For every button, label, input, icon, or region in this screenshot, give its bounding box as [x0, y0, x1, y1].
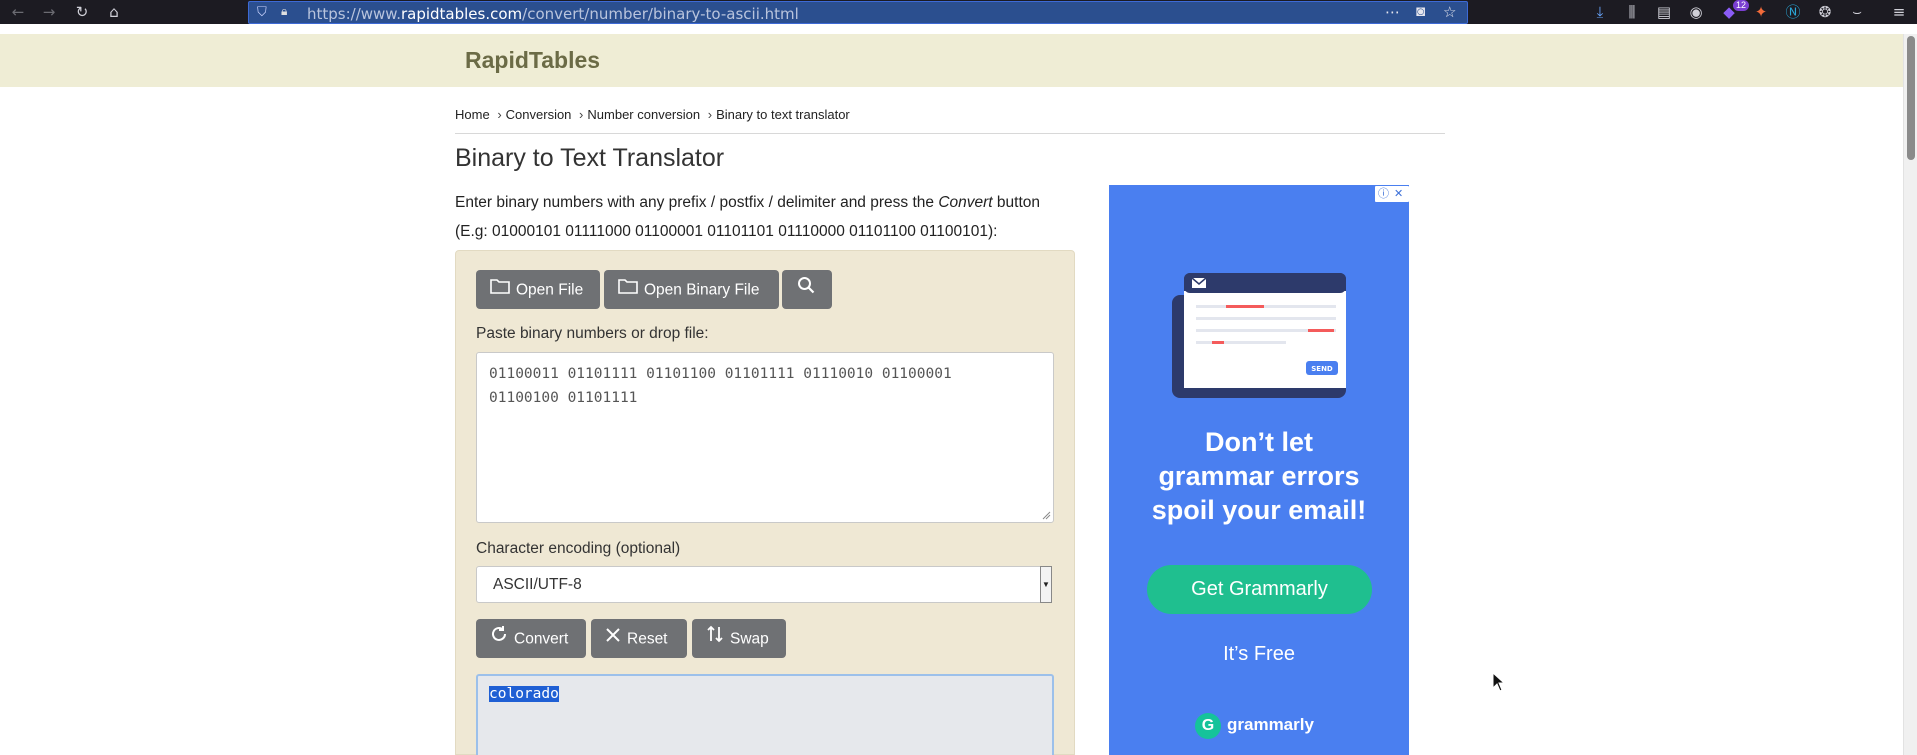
home-icon[interactable]: ⌂	[104, 2, 124, 22]
dropdown-arrow-icon[interactable]: ▼	[1040, 566, 1052, 603]
refresh-icon	[490, 619, 508, 658]
site-logo[interactable]: RapidTables	[465, 47, 600, 74]
grammarly-ad[interactable]: ⓘ ✕ SEND Don’t let grammar errors spoil …	[1109, 185, 1409, 755]
extension-badge: 12	[1733, 0, 1750, 11]
search-icon	[797, 270, 815, 309]
ad-headline-line1: Don’t let	[1205, 427, 1313, 457]
close-icon	[605, 619, 621, 658]
reset-button[interactable]: Reset	[591, 619, 687, 658]
sidebar-icon[interactable]: ▤	[1654, 2, 1674, 22]
email-illustration-icon: SEND	[1172, 273, 1346, 398]
cookie-icon[interactable]: ❂	[1815, 2, 1835, 22]
input-label: Paste binary numbers or drop file:	[476, 325, 709, 342]
text-output[interactable]: colorado	[476, 674, 1054, 755]
breadcrumb-home[interactable]: Home	[455, 107, 490, 122]
binary-input-line2: 01100100 01101111	[489, 390, 638, 406]
get-grammarly-button[interactable]: Get Grammarly	[1147, 565, 1372, 614]
intro-text-tail: button	[992, 194, 1040, 211]
browser-toolbar: ← → ↻ ⌂ ⛉ 🔒︎ https://www.rapidtables.com…	[0, 0, 1917, 24]
binary-input[interactable]: 01100011 01101111 01101100 01101111 0111…	[476, 352, 1054, 523]
open-file-label: Open File	[516, 281, 584, 299]
send-button-label: SEND	[1311, 365, 1333, 373]
breadcrumb-separator: ›	[497, 107, 502, 122]
grammarly-logo: Ggrammarly	[1195, 710, 1314, 740]
url-text[interactable]: https://www.rapidtables.com/convert/numb…	[307, 5, 799, 23]
page-scrollbar[interactable]	[1903, 34, 1917, 755]
ad-headline-line3: spoil your email!	[1151, 495, 1367, 525]
page-actions-icon[interactable]: ⋯	[1385, 3, 1400, 21]
scrollbar-thumb[interactable]	[1907, 36, 1915, 160]
site-header: RapidTables	[0, 34, 1903, 87]
mouse-cursor-icon	[1492, 672, 1506, 692]
menu-icon[interactable]: ≡	[1889, 2, 1909, 22]
convert-button[interactable]: Convert	[476, 619, 586, 658]
breadcrumb: Home › Conversion › Number conversion › Bin…	[455, 107, 850, 122]
url-domain: rapidtables.com	[400, 5, 523, 23]
ad-close-icon[interactable]: ✕	[1394, 186, 1403, 202]
folder-icon	[618, 270, 638, 309]
intro-text: Enter binary numbers with any prefix / p…	[455, 194, 1040, 212]
encoding-label: Character encoding (optional)	[476, 540, 681, 557]
encoding-select[interactable]: ASCII/UTF-8	[476, 566, 1052, 603]
search-button[interactable]	[782, 270, 832, 309]
convert-label: Convert	[514, 630, 569, 648]
intro-text-main: Enter binary numbers with any prefix / p…	[455, 194, 939, 211]
binary-input-line1: 01100011 01101111 01101100 01101111 0111…	[489, 366, 952, 382]
open-file-button[interactable]: Open File	[476, 270, 600, 309]
breadcrumb-number-conversion[interactable]: Number conversion	[587, 107, 700, 122]
ad-info-icon[interactable]: ⓘ	[1378, 186, 1389, 202]
forward-icon[interactable]: →	[39, 2, 59, 22]
url-bar[interactable]: ⛉ 🔒︎ https://www.rapidtables.com/convert…	[248, 1, 1468, 24]
account-icon[interactable]: ◉	[1686, 2, 1706, 22]
breadcrumb-separator: ›	[707, 107, 713, 122]
swap-label: Swap	[730, 630, 769, 648]
breadcrumb-separator: ›	[579, 107, 584, 122]
swap-arrows-icon	[706, 619, 724, 658]
library-icon[interactable]: ⫼	[1622, 2, 1642, 22]
reload-icon[interactable]: ↻	[72, 2, 92, 22]
ad-free-text: It’s Free	[1223, 643, 1295, 665]
reset-label: Reset	[627, 630, 668, 648]
lock-icon[interactable]: 🔒︎	[281, 4, 287, 19]
intro-text-emphasis: Convert	[938, 194, 993, 211]
divider	[455, 133, 1445, 134]
grammarly-g-icon: G	[1195, 712, 1221, 739]
selected-output-text: colorado	[489, 686, 559, 702]
open-binary-file-label: Open Binary File	[644, 281, 760, 299]
grammarly-wordmark: grammarly	[1227, 715, 1314, 734]
url-prefix: https://www.	[307, 5, 401, 23]
breadcrumb-current: Binary to text translator	[716, 107, 850, 122]
swap-button[interactable]: Swap	[692, 619, 786, 658]
example-text: (E.g: 01000101 01111000 01100001 0110110…	[455, 223, 998, 240]
bookmark-star-icon[interactable]: ☆	[1443, 3, 1456, 21]
n-extension-icon[interactable]: Ⓝ	[1783, 2, 1803, 22]
fox-extension-icon[interactable]: ✦	[1751, 2, 1771, 22]
page-title: Binary to Text Translator	[455, 144, 725, 172]
tracking-shield-icon[interactable]: ⛉	[257, 4, 267, 20]
ad-headline-line2: grammar errors	[1158, 461, 1360, 491]
open-binary-file-button[interactable]: Open Binary File	[604, 270, 779, 309]
extension-misc-icon[interactable]: ⌣	[1847, 2, 1867, 22]
downloads-icon[interactable]: ⤓	[1590, 2, 1610, 22]
ad-controls[interactable]: ⓘ ✕	[1375, 186, 1409, 202]
pocket-icon[interactable]: ◙	[1416, 3, 1425, 20]
folder-icon	[490, 270, 510, 309]
breadcrumb-conversion[interactable]: Conversion	[506, 107, 572, 122]
ad-headline: Don’t let grammar errors spoil your emai…	[1109, 425, 1409, 527]
url-path: /convert/number/binary-to-ascii.html	[522, 5, 799, 23]
back-icon[interactable]: ←	[8, 2, 28, 22]
resize-handle-icon[interactable]	[1041, 510, 1051, 520]
